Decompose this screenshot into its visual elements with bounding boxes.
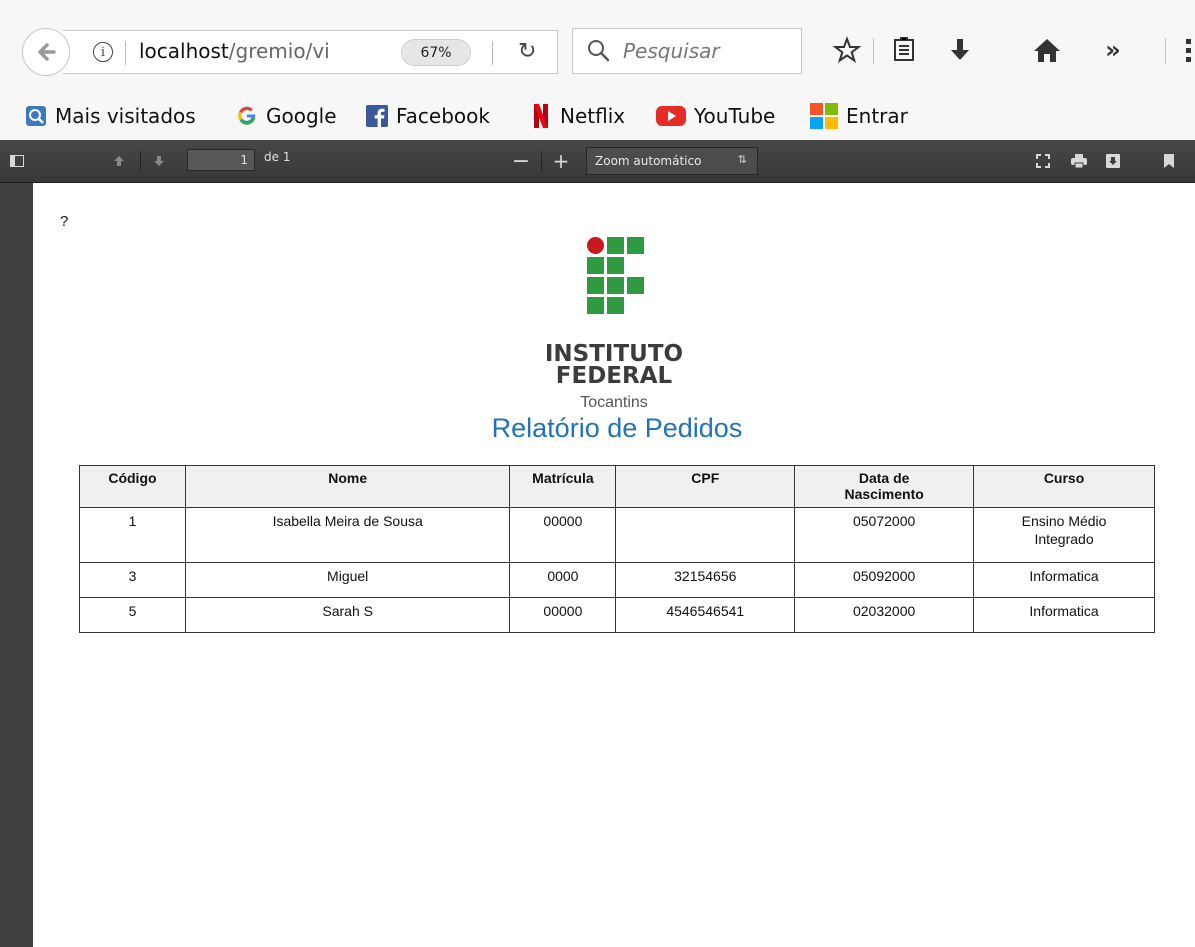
page-number-input[interactable]: 1 — [187, 149, 255, 171]
reload-icon[interactable]: ↻ — [518, 39, 536, 64]
orders-table: Código Nome Matrícula CPF Data de Nascim… — [79, 465, 1155, 633]
column-header: Matrícula — [509, 465, 617, 508]
table-cell: Informatica — [973, 597, 1155, 633]
next-page-icon[interactable] — [148, 149, 170, 173]
zoom-in-icon[interactable]: + — [550, 149, 572, 173]
menu-icon[interactable] — [1180, 30, 1195, 70]
bookmark-netflix[interactable]: Netflix — [530, 100, 625, 132]
pdf-toolbar: 1 de 1 − + Zoom automático ⇅ — [0, 140, 1195, 183]
back-arrow-icon — [38, 43, 56, 61]
bookmark-label: Entrar — [846, 104, 908, 128]
url-bar[interactable]: i localhost/gremio/vi 67% ↻ — [63, 30, 558, 74]
zoom-select-value: Zoom automático — [595, 154, 702, 168]
pdf-page: ? INSTITUTO FEDERAL Tocantins Relatório … — [33, 183, 1195, 947]
report-title: Relatório de Pedidos — [491, 413, 743, 443]
google-icon — [236, 105, 258, 127]
reading-list-icon[interactable] — [888, 30, 920, 70]
download-icon[interactable] — [945, 30, 975, 70]
table-cell — [615, 507, 796, 563]
info-icon[interactable]: i — [93, 42, 113, 62]
institute-name-line2: FEDERAL — [555, 363, 673, 389]
institute-name: INSTITUTO FEDERAL — [33, 341, 1195, 389]
bookmark-label: Netflix — [560, 104, 626, 128]
table-cell: 1 — [79, 507, 186, 563]
table-row: 3 Miguel 0000 32154656 05092000 Informat… — [79, 562, 1155, 598]
bookmark-google[interactable]: Google — [236, 100, 337, 132]
table-cell: 3 — [79, 562, 186, 598]
previous-page-icon[interactable] — [108, 149, 130, 173]
url-host: localhost — [139, 39, 229, 63]
institute-name-line1: INSTITUTO — [544, 341, 684, 367]
pdf-divider — [140, 151, 141, 171]
bookmark-facebook[interactable]: Facebook — [366, 100, 490, 132]
table-cell: Ensino Médio Integrado — [973, 507, 1155, 563]
table-cell: 02032000 — [794, 597, 975, 633]
zoom-select[interactable]: Zoom automático ⇅ — [586, 147, 758, 175]
table-cell: 00000 — [509, 507, 617, 563]
bookmark-mais-visitados[interactable]: Mais visitados — [25, 100, 196, 132]
table-cell: 05072000 — [794, 507, 975, 563]
bookmark-label: Facebook — [396, 104, 490, 128]
table-cell: 32154656 — [615, 562, 796, 598]
url-text[interactable]: localhost/gremio/vi — [139, 39, 330, 63]
table-cell: Isabella Meira de Sousa — [184, 507, 511, 563]
print-icon[interactable] — [1068, 149, 1090, 173]
bookmark-label: YouTube — [694, 104, 776, 128]
page-total: de 1 — [264, 150, 291, 164]
save-document-icon[interactable] — [1102, 149, 1124, 173]
pdf-divider — [541, 151, 542, 171]
table-cell: 5 — [79, 597, 186, 633]
zoom-out-icon[interactable]: − — [510, 149, 532, 174]
column-header: Curso — [973, 465, 1155, 508]
search-icon — [588, 40, 610, 62]
url-path: /gremio/vi — [228, 39, 330, 63]
back-button[interactable] — [22, 28, 70, 76]
table-cell: 4546546541 — [615, 597, 796, 633]
toolbar-divider — [873, 38, 874, 64]
most-visited-icon — [25, 105, 47, 127]
navigation-toolbar: i localhost/gremio/vi 67% ↻ Pesquisar » — [0, 0, 1195, 95]
table-cell: 05092000 — [794, 562, 975, 598]
bookmark-entrar[interactable]: Entrar — [810, 100, 908, 132]
bookmark-youtube[interactable]: YouTube — [656, 100, 775, 132]
table-cell: 00000 — [509, 597, 617, 633]
page-top-mark: ? — [60, 213, 69, 230]
column-header: Código — [79, 465, 186, 508]
table-row: 5 Sarah S 00000 4546546541 02032000 Info… — [79, 597, 1155, 633]
column-header: CPF — [615, 465, 796, 508]
search-bar[interactable]: Pesquisar — [572, 28, 802, 74]
table-header-row: Código Nome Matrícula CPF Data de Nascim… — [79, 465, 1155, 508]
bookmark-view-icon[interactable] — [1158, 149, 1180, 173]
url-divider-2 — [492, 41, 493, 65]
toolbar-divider — [1165, 38, 1166, 64]
table-row: 1 Isabella Meira de Sousa 00000 05072000… — [79, 507, 1155, 563]
presentation-mode-icon[interactable] — [1032, 149, 1054, 173]
table-cell: Informatica — [973, 562, 1155, 598]
url-divider — [125, 41, 126, 65]
sidebar-toggle-icon[interactable] — [6, 149, 28, 173]
column-header: Data de Nascimento — [794, 465, 975, 508]
table-cell: Miguel — [184, 562, 511, 598]
microsoft-icon — [810, 103, 838, 129]
table-cell: Sarah S — [184, 597, 511, 633]
zoom-level-badge[interactable]: 67% — [401, 39, 471, 66]
facebook-icon — [366, 105, 388, 127]
home-icon[interactable] — [1030, 30, 1064, 70]
bookmark-label: Google — [266, 104, 337, 128]
youtube-icon — [656, 105, 686, 127]
column-header: Nome — [184, 465, 511, 508]
overflow-chevron-icon[interactable]: » — [1098, 30, 1128, 70]
select-arrows-icon: ⇅ — [737, 153, 747, 166]
bookmark-label: Mais visitados — [55, 104, 196, 128]
bookmark-star-icon[interactable] — [830, 30, 864, 70]
netflix-icon — [530, 104, 552, 128]
table-cell: 0000 — [509, 562, 617, 598]
search-placeholder: Pesquisar — [623, 39, 720, 63]
bookmarks-toolbar: Mais visitados Google Facebook Netflix Y… — [0, 95, 1195, 140]
institute-state: Tocantins — [580, 394, 648, 411]
